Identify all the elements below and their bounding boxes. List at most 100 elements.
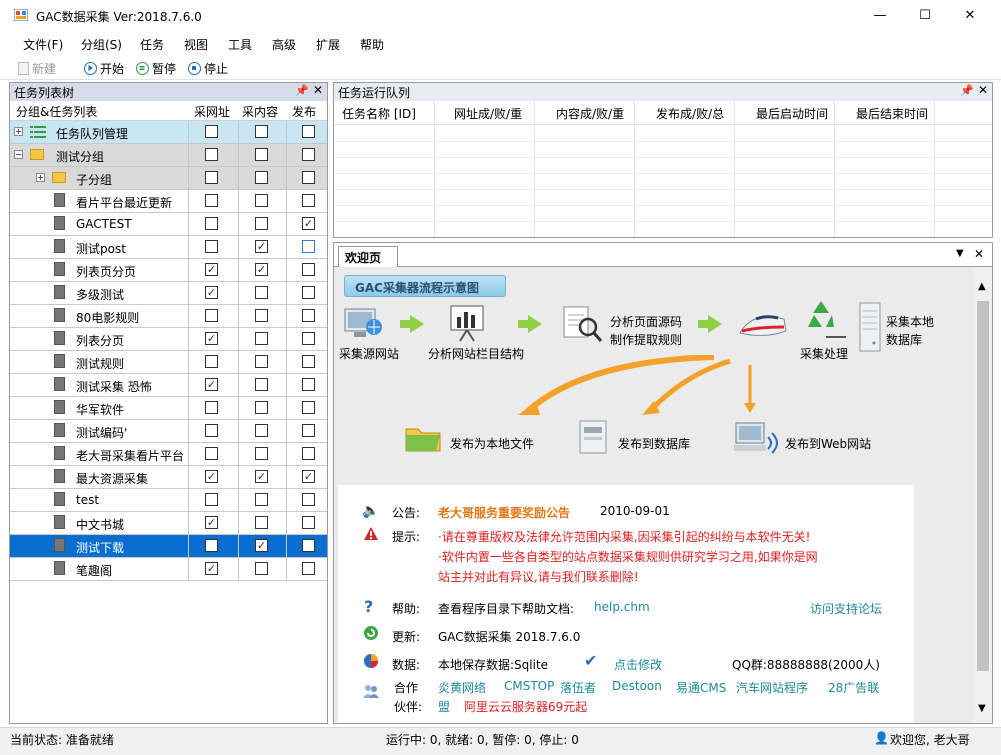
forum-link[interactable]: 访问支持论坛	[810, 600, 882, 617]
publish-checkbox[interactable]	[302, 263, 315, 276]
group-row[interactable]: − 测试分组	[10, 144, 327, 167]
task-row[interactable]: 看片平台最近更新	[10, 190, 327, 213]
content-checkbox[interactable]	[255, 378, 268, 391]
publish-checkbox[interactable]	[302, 447, 315, 460]
publish-checkbox[interactable]: ✓	[302, 217, 315, 230]
menu-group[interactable]: 分组(S)	[81, 36, 122, 53]
task-row[interactable]: 笔趣阁 ✓	[10, 558, 327, 581]
menu-extend[interactable]: 扩展	[316, 36, 340, 53]
task-row[interactable]: 多级测试 ✓	[10, 282, 327, 305]
url-checkbox[interactable]: ✓	[205, 263, 218, 276]
close-button[interactable]: ✕	[947, 0, 993, 31]
publish-checkbox[interactable]	[302, 286, 315, 299]
task-row[interactable]: 中文书城 ✓	[10, 512, 327, 535]
pin-icon[interactable]: 📌	[960, 84, 974, 97]
content-checkbox[interactable]	[255, 309, 268, 322]
task-row[interactable]: 华军软件	[10, 397, 327, 420]
task-row[interactable]: 最大资源采集 ✓ ✓ ✓	[10, 466, 327, 489]
partner-link[interactable]: 易通CMS	[676, 679, 726, 696]
url-checkbox[interactable]	[205, 171, 218, 184]
url-checkbox[interactable]	[205, 539, 218, 552]
content-checkbox[interactable]	[255, 355, 268, 368]
url-checkbox[interactable]	[205, 355, 218, 368]
partner-link[interactable]: 盟	[438, 698, 450, 715]
partner-link[interactable]: 汽车网站程序	[736, 679, 808, 696]
menu-advanced[interactable]: 高级	[272, 36, 296, 53]
url-checkbox[interactable]: ✓	[205, 516, 218, 529]
publish-checkbox[interactable]	[302, 148, 315, 161]
url-checkbox[interactable]	[205, 401, 218, 414]
url-checkbox[interactable]: ✓	[205, 286, 218, 299]
url-checkbox[interactable]	[205, 309, 218, 322]
content-checkbox[interactable]	[255, 148, 268, 161]
content-checkbox[interactable]	[255, 424, 268, 437]
scroll-up-icon[interactable]: ▲	[978, 281, 986, 292]
maximize-button[interactable]: ☐	[902, 0, 948, 31]
task-row[interactable]: GACTEST ✓	[10, 213, 327, 236]
content-checkbox[interactable]: ✓	[255, 539, 268, 552]
expand-icon[interactable]: +	[14, 127, 23, 136]
task-row[interactable]: 测试编码'	[10, 420, 327, 443]
task-row[interactable]: 测试规则	[10, 351, 327, 374]
content-checkbox[interactable]	[255, 401, 268, 414]
partner-link[interactable]: Destoon	[612, 679, 662, 693]
col-content[interactable]: 采内容	[242, 103, 278, 120]
col-task-name[interactable]: 任务名称 [ID]	[342, 105, 416, 122]
menu-help[interactable]: 帮助	[360, 36, 384, 53]
publish-checkbox[interactable]	[302, 240, 315, 253]
vertical-scrollbar[interactable]: ▲ ▼	[974, 267, 992, 723]
publish-checkbox[interactable]	[302, 401, 315, 414]
col-content-stats[interactable]: 内容成/败/重	[556, 105, 624, 122]
url-checkbox[interactable]	[205, 493, 218, 506]
menu-file[interactable]: 文件(F)	[23, 36, 63, 53]
minimize-button[interactable]: —	[857, 0, 903, 31]
task-row[interactable]: 老大哥采集看片平台	[10, 443, 327, 466]
partner-link[interactable]: CMSTOP	[504, 679, 554, 693]
publish-checkbox[interactable]	[302, 309, 315, 322]
publish-checkbox[interactable]	[302, 125, 315, 138]
announce-link[interactable]: 老大哥服务重要奖励公告	[438, 504, 570, 521]
url-checkbox[interactable]	[205, 125, 218, 138]
task-row[interactable]: 80电影规则	[10, 305, 327, 328]
col-publish[interactable]: 发布	[292, 103, 316, 120]
content-checkbox[interactable]	[255, 217, 268, 230]
task-row[interactable]: 列表分页 ✓	[10, 328, 327, 351]
publish-checkbox[interactable]: ✓	[302, 470, 315, 483]
close-icon[interactable]: ✕	[978, 83, 988, 97]
menu-task[interactable]: 任务	[140, 36, 164, 53]
start-button[interactable]: 开始	[84, 60, 124, 77]
close-icon[interactable]: ✕	[313, 83, 323, 97]
url-checkbox[interactable]	[205, 240, 218, 253]
task-row[interactable]: test	[10, 489, 327, 512]
col-publish-stats[interactable]: 发布成/败/总	[656, 105, 724, 122]
pin-icon[interactable]: 📌	[295, 84, 309, 97]
content-checkbox[interactable]	[255, 447, 268, 460]
publish-checkbox[interactable]	[302, 562, 315, 575]
url-checkbox[interactable]	[205, 447, 218, 460]
task-row[interactable]: 测试post ✓	[10, 236, 327, 259]
collapse-icon[interactable]: −	[14, 150, 23, 159]
content-checkbox[interactable]: ✓	[255, 263, 268, 276]
col-task-list[interactable]: 分组&任务列表	[16, 103, 97, 120]
expand-icon[interactable]: +	[36, 173, 45, 182]
help-chm-link[interactable]: help.chm	[594, 600, 650, 614]
col-url-stats[interactable]: 网址成/败/重	[454, 105, 522, 122]
publish-checkbox[interactable]	[302, 171, 315, 184]
content-checkbox[interactable]	[255, 562, 268, 575]
partner-link[interactable]: 28广告联	[828, 679, 879, 696]
menu-view[interactable]: 视图	[184, 36, 208, 53]
col-last-end[interactable]: 最后结束时间	[856, 105, 928, 122]
close-icon[interactable]: ✕	[974, 247, 984, 261]
content-checkbox[interactable]	[255, 286, 268, 299]
content-checkbox[interactable]	[255, 125, 268, 138]
menu-tools[interactable]: 工具	[228, 36, 252, 53]
publish-checkbox[interactable]	[302, 493, 315, 506]
data-edit-link[interactable]: 点击修改	[614, 656, 662, 673]
content-checkbox[interactable]	[255, 332, 268, 345]
content-checkbox[interactable]	[255, 194, 268, 207]
publish-checkbox[interactable]	[302, 332, 315, 345]
queue-row[interactable]: + 任务队列管理	[10, 121, 327, 144]
url-checkbox[interactable]	[205, 424, 218, 437]
subgroup-row[interactable]: + 子分组	[10, 167, 327, 190]
tab-dropdown-icon[interactable]: ▼	[956, 248, 964, 259]
